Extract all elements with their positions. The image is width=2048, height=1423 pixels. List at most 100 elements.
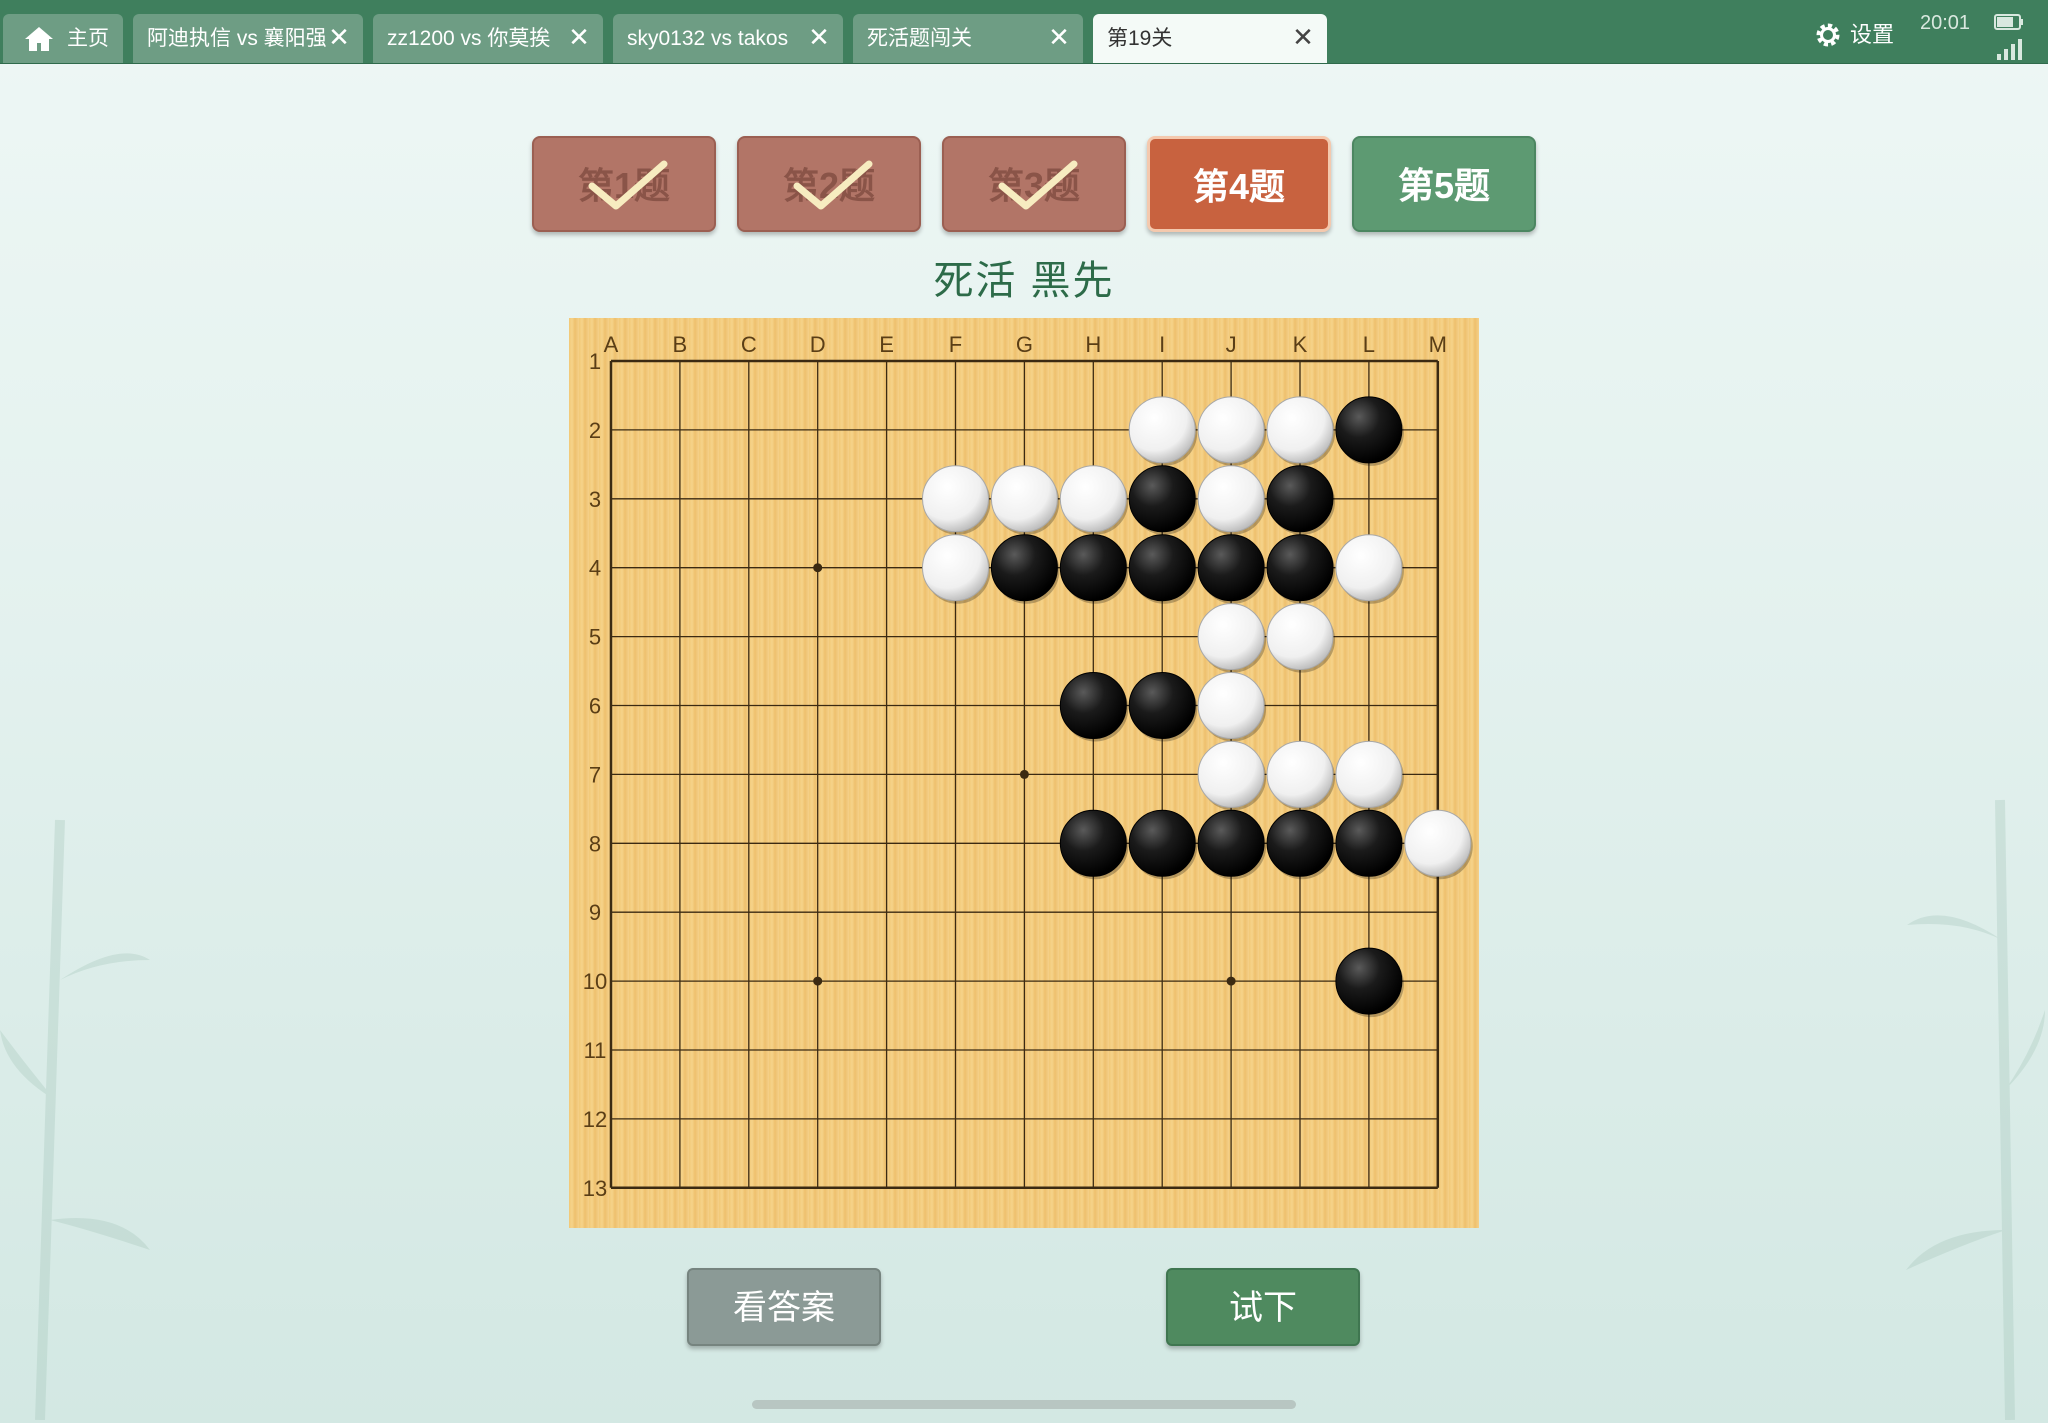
close-icon[interactable]: ✕ — [1291, 14, 1315, 63]
problem-button-4[interactable]: 第4题 — [1147, 136, 1331, 232]
settings-button[interactable]: 设置 — [1814, 18, 1894, 52]
go-board[interactable]: A B C D E F G H I J K L M 1 2 3 4 5 6 7 8 9 10 11 12 13 — [569, 318, 1479, 1228]
black-stone — [1059, 534, 1127, 602]
white-stone — [922, 465, 989, 533]
column-label: H — [1085, 332, 1101, 357]
black-stone — [1197, 534, 1265, 602]
problem-label: 第4题 — [1192, 166, 1286, 207]
white-stone — [922, 534, 989, 602]
tab-level-19[interactable]: 第19关 ✕ — [1093, 14, 1327, 63]
tab-label: 主页 — [67, 27, 109, 50]
row-label: 11 — [584, 1038, 607, 1063]
row-label: 8 — [589, 831, 601, 856]
row-label: 9 — [589, 900, 601, 925]
column-label: M — [1429, 332, 1447, 357]
close-icon[interactable]: ✕ — [807, 14, 831, 63]
white-stone — [1197, 672, 1265, 739]
black-stone — [1266, 534, 1334, 602]
tab-life-death-challenge[interactable]: 死活题闯关 ✕ — [853, 14, 1083, 63]
settings-label: 设置 — [1850, 22, 1895, 47]
try-move-button[interactable]: 试下 — [1166, 1268, 1360, 1346]
black-stone — [1128, 465, 1196, 533]
problem-label: 第5题 — [1397, 165, 1491, 206]
white-stone — [1059, 465, 1127, 533]
problem-button-5[interactable]: 第5题 — [1352, 136, 1536, 232]
white-stone — [1197, 603, 1265, 671]
column-label: D — [810, 332, 826, 357]
star-point — [1019, 769, 1029, 779]
column-label: K — [1293, 332, 1308, 357]
tab-home[interactable]: 主页 — [3, 14, 123, 63]
close-icon[interactable]: ✕ — [1047, 14, 1071, 63]
column-label: B — [673, 332, 688, 357]
tab-label: 死活题闯关 — [867, 27, 972, 50]
check-icon — [998, 160, 1078, 210]
black-stone — [1266, 809, 1334, 877]
black-stone — [1059, 672, 1127, 739]
white-stone — [1266, 603, 1334, 671]
close-icon[interactable]: ✕ — [567, 14, 591, 63]
column-label: F — [949, 332, 962, 357]
column-label: C — [741, 332, 757, 357]
home-indicator[interactable] — [752, 1400, 1296, 1409]
bamboo-decoration-left — [0, 819, 150, 1420]
black-stone — [1335, 396, 1403, 464]
bamboo-decoration-right — [1906, 799, 2045, 1420]
column-label: I — [1159, 332, 1165, 357]
white-stone — [1335, 534, 1403, 602]
black-stone — [1128, 534, 1196, 602]
black-stone — [1335, 947, 1403, 1015]
board-canvas[interactable]: A B C D E F G H I J K L M12345678910111213 — [569, 318, 1479, 1228]
tab-label: zz1200 vs 你莫挨 — [387, 27, 551, 50]
row-label: 2 — [589, 418, 601, 443]
gear-icon — [1816, 23, 1840, 47]
column-label: L — [1363, 332, 1375, 357]
black-stone — [990, 534, 1058, 602]
tab-label: sky0132 vs takos — [627, 27, 789, 50]
black-stone — [1128, 809, 1196, 877]
black-stone — [1266, 465, 1334, 533]
star-point — [813, 563, 823, 573]
white-stone — [1128, 396, 1196, 464]
status-time: 20:01 — [1920, 12, 1971, 34]
problem-title: 死活 黑先 — [933, 259, 1115, 303]
black-stone — [1059, 809, 1127, 877]
row-label: 13 — [583, 1176, 607, 1201]
star-point — [813, 976, 823, 986]
tab-game-3[interactable]: sky0132 vs takos ✕ — [613, 14, 843, 63]
column-label: A — [604, 332, 619, 357]
home-icon — [25, 27, 53, 51]
row-label: 7 — [589, 762, 601, 787]
problem-button-2[interactable]: 第2题 — [737, 136, 921, 232]
close-icon[interactable]: ✕ — [327, 14, 351, 63]
white-stone — [1197, 740, 1265, 808]
column-label: E — [879, 332, 894, 357]
row-label: 6 — [589, 694, 601, 719]
row-label: 5 — [589, 625, 601, 650]
white-stone — [1335, 740, 1403, 808]
row-label: 1 — [589, 349, 601, 374]
white-stone — [1197, 465, 1265, 533]
row-label: 4 — [589, 556, 601, 581]
white-stone — [1266, 396, 1334, 464]
white-stone — [1404, 809, 1472, 877]
star-point — [1226, 976, 1236, 986]
tab-game-2[interactable]: zz1200 vs 你莫挨 ✕ — [373, 14, 603, 63]
white-stone — [1266, 740, 1334, 808]
column-label: J — [1226, 332, 1237, 357]
tab-label: 第19关 — [1107, 27, 1173, 50]
white-stone — [1197, 396, 1265, 464]
column-label: G — [1016, 332, 1033, 357]
problem-button-1[interactable]: 第1题 — [532, 136, 716, 232]
view-answer-button[interactable]: 看答案 — [687, 1268, 881, 1346]
signal-icon — [1997, 39, 2022, 60]
white-stone — [990, 465, 1058, 533]
check-icon — [793, 160, 873, 210]
problem-button-3[interactable]: 第3题 — [942, 136, 1126, 232]
check-icon — [588, 160, 668, 210]
black-stone — [1335, 809, 1403, 877]
row-label: 12 — [583, 1107, 607, 1132]
row-label: 3 — [589, 487, 601, 512]
row-label: 10 — [583, 969, 607, 994]
tab-game-1[interactable]: 阿迪执信 vs 襄阳强 ✕ — [133, 14, 363, 63]
